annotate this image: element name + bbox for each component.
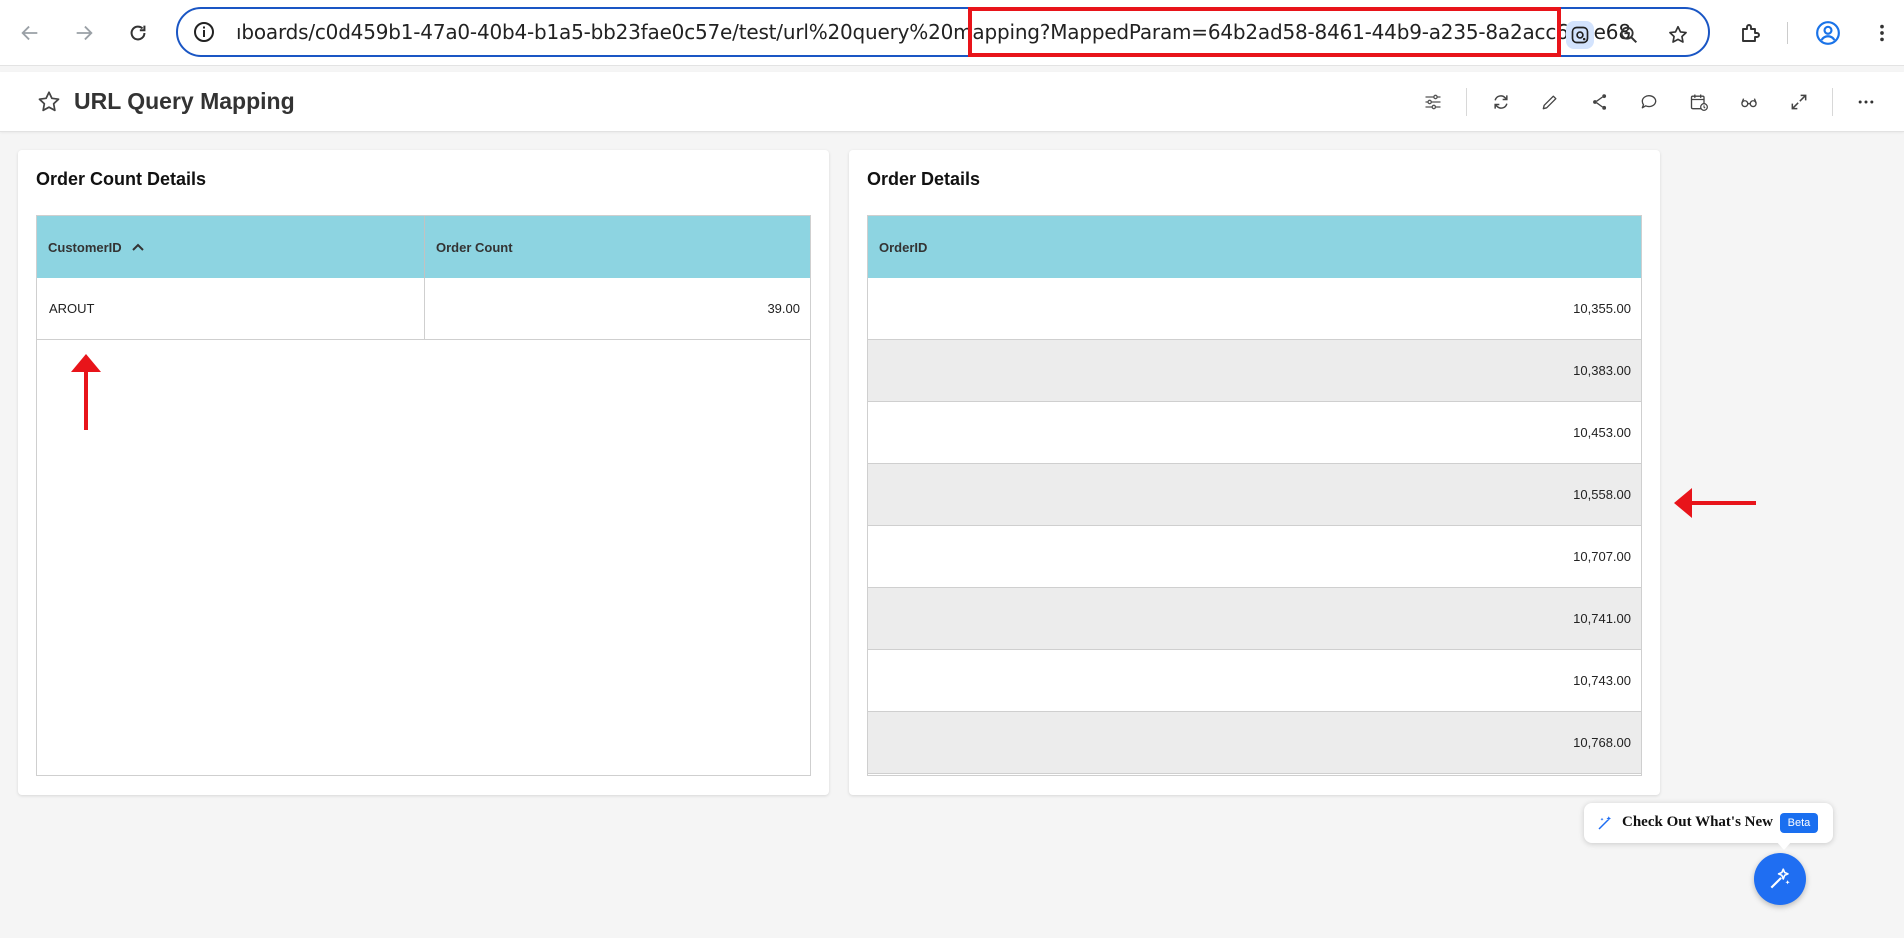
comment-button[interactable] — [1635, 88, 1663, 116]
toolbar-divider — [1787, 22, 1788, 44]
edit-icon — [1542, 95, 1557, 110]
beta-badge: Beta — [1780, 813, 1818, 833]
ai-assistant-button[interactable] — [1754, 853, 1806, 905]
google-lens-icon — [1571, 26, 1589, 44]
share-icon — [1593, 94, 1607, 110]
zoom-icon — [1620, 26, 1638, 44]
header-divider — [1832, 88, 1833, 116]
kebab-menu-icon — [1880, 24, 1884, 42]
view-button[interactable] — [1735, 88, 1763, 116]
address-bar[interactable]: ıboards/c0d459b1-47a0-40b4-b1a5-bb23fae0… — [176, 7, 1710, 57]
info-icon[interactable] — [192, 20, 216, 44]
more-horizontal-icon — [1858, 100, 1874, 104]
column-header-orderid[interactable]: OrderID — [868, 216, 1641, 278]
url-text[interactable]: ıboards/c0d459b1-47a0-40b4-b1a5-bb23fae0… — [236, 20, 1708, 44]
table-row[interactable]: AROUT 39.00 — [37, 278, 810, 340]
order-count-grid: CustomerID Order Count AROUT 39.00 — [36, 215, 811, 776]
arrow-left-icon — [21, 25, 38, 41]
edit-button[interactable] — [1536, 88, 1564, 116]
more-options-button[interactable] — [1852, 88, 1880, 116]
table-row[interactable]: 10,453.00 — [868, 402, 1641, 464]
table-row[interactable]: 10,743.00 — [868, 650, 1641, 712]
refresh-icon — [1494, 95, 1508, 109]
puzzle-icon — [1742, 24, 1760, 42]
annotation-arrow-left — [1674, 488, 1756, 518]
back-button[interactable] — [12, 15, 48, 51]
widget-title: Order Details — [867, 169, 981, 189]
table-row[interactable]: 10,768.00 — [868, 712, 1641, 774]
grid-header: OrderID — [868, 216, 1641, 278]
whats-new-label[interactable]: Check Out What's New — [1622, 814, 1773, 831]
order-details-grid: OrderID 10,355.00 10,383.00 10,453.00 10… — [867, 215, 1642, 776]
lens-button[interactable] — [1566, 21, 1594, 49]
expand-icon — [1791, 94, 1807, 110]
share-button[interactable] — [1586, 88, 1614, 116]
order-details-widget: Order Details OrderID 10,355.00 10,383.0… — [849, 150, 1660, 795]
table-row[interactable]: 10,707.00 — [868, 526, 1641, 588]
whats-new-popup[interactable]: Check Out What's New Beta — [1584, 803, 1833, 843]
table-row[interactable]: 10,558.00 — [868, 464, 1641, 526]
popup-pointer — [1776, 841, 1792, 850]
star-icon — [1669, 25, 1687, 43]
cell-order-count[interactable]: 39.00 — [425, 278, 810, 339]
sort-ascending-icon[interactable] — [130, 239, 146, 255]
schedule-icon — [1690, 94, 1708, 111]
browser-menu-button[interactable] — [1864, 15, 1900, 51]
cell-orderid[interactable]: 10,768.00 — [868, 712, 1641, 773]
cell-orderid[interactable]: 10,355.00 — [868, 278, 1641, 339]
column-header-customerid[interactable]: CustomerID — [37, 216, 425, 278]
order-count-widget: Order Count Details CustomerID Order Cou… — [18, 150, 829, 795]
profile-button[interactable] — [1810, 15, 1846, 51]
cell-orderid[interactable]: 10,707.00 — [868, 526, 1641, 587]
cell-orderid[interactable]: 10,743.00 — [868, 650, 1641, 711]
table-row[interactable]: 10,741.00 — [868, 588, 1641, 650]
favorite-star-icon[interactable] — [36, 89, 62, 115]
magic-wand-icon — [1598, 816, 1611, 830]
browser-toolbar: ıboards/c0d459b1-47a0-40b4-b1a5-bb23fae0… — [0, 0, 1904, 66]
dashboard-title: URL Query Mapping — [74, 88, 295, 114]
fullscreen-button[interactable] — [1785, 88, 1813, 116]
reload-button[interactable] — [120, 15, 156, 51]
glasses-icon — [1741, 98, 1757, 108]
widget-title: Order Count Details — [36, 169, 207, 189]
zoom-button[interactable] — [1615, 21, 1643, 49]
column-header-order-count[interactable]: Order Count — [425, 216, 810, 278]
table-row[interactable]: 10,383.00 — [868, 340, 1641, 402]
schedule-button[interactable] — [1685, 88, 1713, 116]
dashboard-header: URL Query Mapping — [0, 72, 1904, 132]
extensions-button[interactable] — [1732, 15, 1768, 51]
reload-icon — [130, 25, 146, 41]
arrow-right-icon — [76, 25, 93, 41]
cell-orderid[interactable]: 10,558.00 — [868, 464, 1641, 525]
annotation-arrow-up — [71, 354, 101, 430]
comment-icon — [1641, 95, 1657, 109]
filter-icon — [1425, 94, 1441, 110]
sparkle-wand-icon — [1770, 868, 1790, 889]
table-row[interactable]: 10,355.00 — [868, 278, 1641, 340]
forward-button[interactable] — [66, 15, 102, 51]
filter-button[interactable] — [1419, 88, 1447, 116]
cell-orderid[interactable]: 10,453.00 — [868, 402, 1641, 463]
cell-orderid[interactable]: 10,383.00 — [868, 340, 1641, 401]
grid-header: CustomerID Order Count — [37, 216, 810, 278]
cell-orderid[interactable]: 10,741.00 — [868, 588, 1641, 649]
bookmark-button[interactable] — [1664, 21, 1692, 49]
account-icon — [1816, 21, 1840, 45]
refresh-button[interactable] — [1487, 88, 1515, 116]
cell-customerid[interactable]: AROUT — [37, 278, 425, 339]
header-divider — [1466, 88, 1467, 116]
